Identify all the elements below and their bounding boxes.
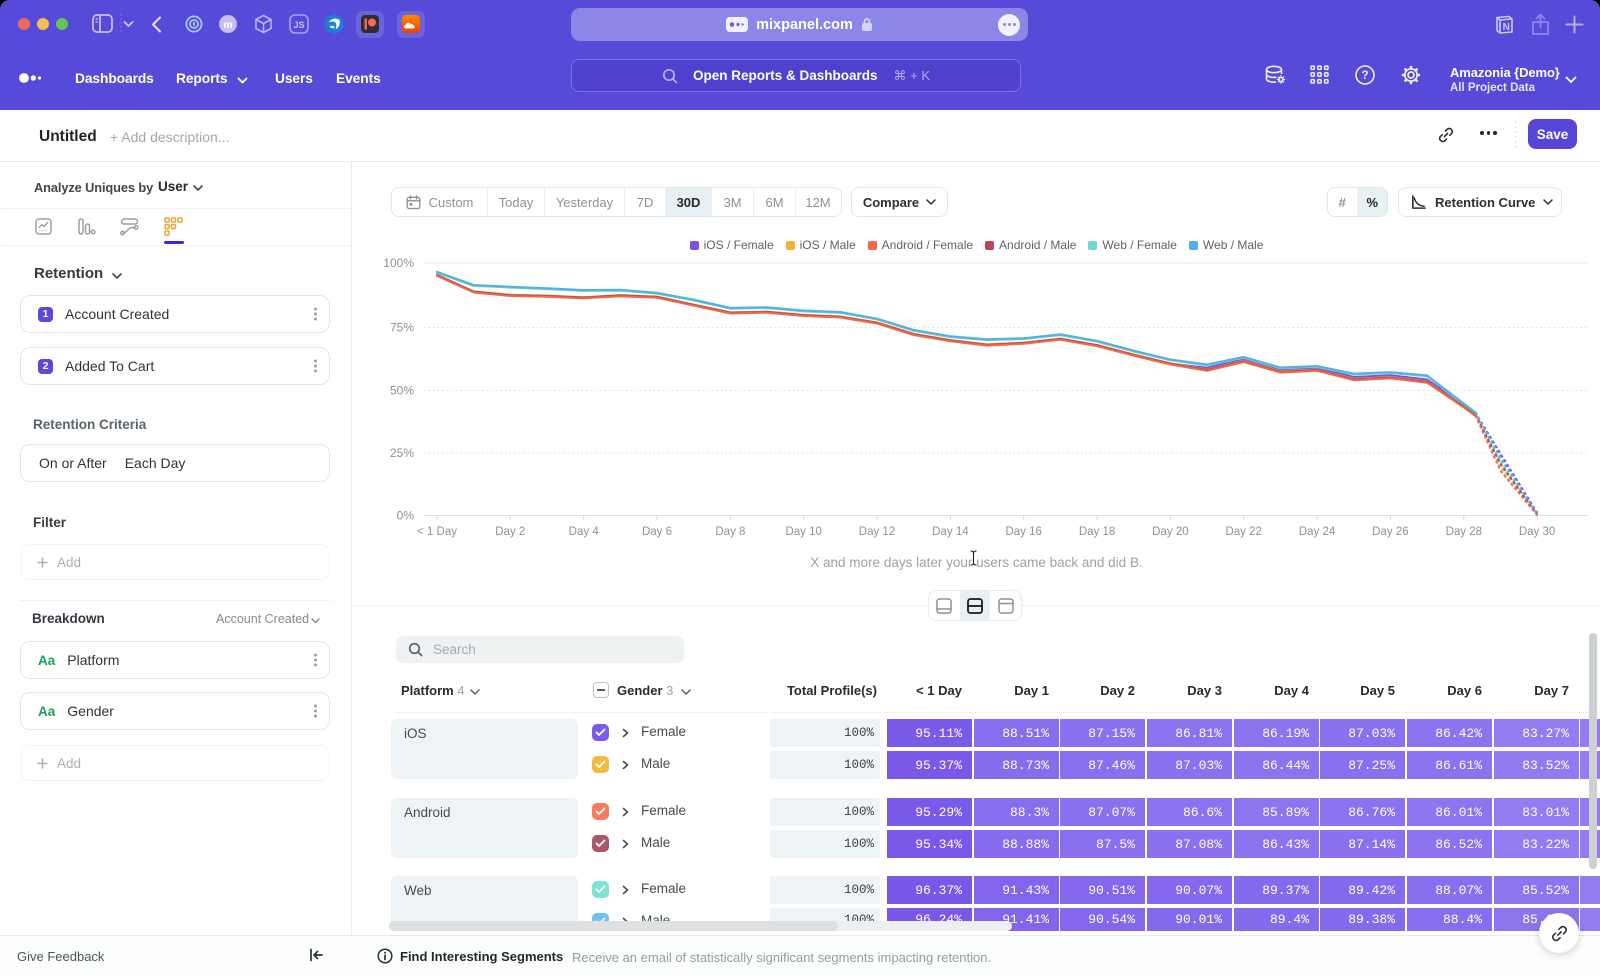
svg-text:Day 8: Day 8 bbox=[715, 526, 745, 538]
svg-text:100%: 100% bbox=[383, 256, 414, 270]
svg-text:N: N bbox=[1503, 22, 1510, 33]
svg-text:Day 18: Day 18 bbox=[1079, 526, 1115, 538]
svg-text:Day 4: Day 4 bbox=[569, 526, 600, 538]
svg-text:Day 30: Day 30 bbox=[1519, 526, 1555, 538]
svg-text:Day 12: Day 12 bbox=[859, 526, 895, 538]
svg-text:JS: JS bbox=[293, 20, 304, 30]
svg-text:?: ? bbox=[1361, 70, 1368, 82]
svg-text:Day 20: Day 20 bbox=[1152, 526, 1188, 538]
svg-text:Day 14: Day 14 bbox=[932, 526, 969, 538]
svg-text:Day 10: Day 10 bbox=[785, 526, 821, 538]
svg-text:Day 28: Day 28 bbox=[1446, 526, 1482, 538]
svg-text:< 1 Day: < 1 Day bbox=[417, 526, 457, 538]
svg-text:Day 2: Day 2 bbox=[495, 526, 525, 538]
svg-text:0%: 0% bbox=[397, 509, 415, 523]
svg-text:25%: 25% bbox=[390, 446, 414, 460]
svg-text:Day 26: Day 26 bbox=[1372, 526, 1408, 538]
svg-text:75%: 75% bbox=[390, 321, 414, 335]
svg-text:Day 22: Day 22 bbox=[1225, 526, 1261, 538]
svg-text:Day 24: Day 24 bbox=[1299, 526, 1336, 538]
svg-text:Day 6: Day 6 bbox=[642, 526, 672, 538]
svg-text:50%: 50% bbox=[390, 384, 414, 398]
svg-text:Day 16: Day 16 bbox=[1005, 526, 1041, 538]
svg-text:m: m bbox=[224, 20, 233, 31]
